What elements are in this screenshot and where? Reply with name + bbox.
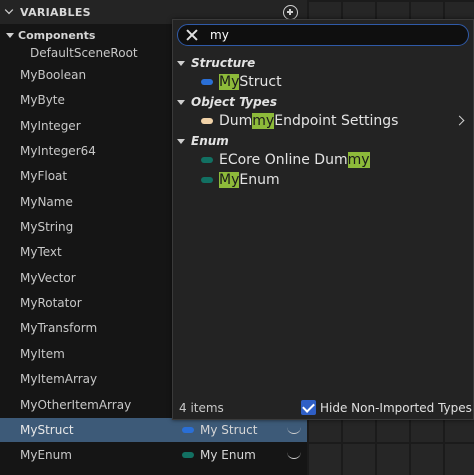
category-structure[interactable]: Structure [177, 54, 255, 72]
item-text: ECore Online Dum [219, 152, 348, 168]
type-item-my-struct[interactable]: My Struct [201, 72, 282, 92]
enum-type-pill-icon [201, 177, 213, 183]
type-item-dummy-endpoint-settings[interactable]: Dum my Endpoint Settings [201, 111, 398, 131]
variable-name: MyText [20, 245, 62, 259]
variable-name: MyTransform [20, 321, 98, 335]
add-variable-icon[interactable] [283, 5, 298, 20]
variable-type[interactable]: My Struct [182, 423, 257, 437]
type-label: My Enum [200, 448, 256, 462]
chevron-right-icon[interactable] [454, 115, 465, 126]
variable-name: MyInteger [20, 119, 81, 133]
variable-name: MyByte [20, 93, 65, 107]
struct-type-pill-icon [182, 427, 194, 433]
visibility-eye-icon[interactable] [287, 452, 301, 459]
search-box[interactable] [177, 24, 469, 46]
variable-name: MyBoolean [20, 68, 87, 82]
variable-row[interactable]: MyEnum My Enum [0, 443, 307, 467]
item-text: Struct [239, 74, 282, 90]
popup-footer: 4 items Hide Non-Imported Types [173, 396, 473, 420]
type-item-ecore-online-dummy[interactable]: ECore Online Dum my [201, 150, 370, 170]
expand-arrow-icon [177, 138, 185, 144]
category-enum[interactable]: Enum [177, 132, 229, 150]
panel-title: VARIABLES [20, 5, 91, 19]
expand-arrow-icon [6, 33, 14, 38]
variable-name: MyVector [20, 271, 76, 285]
category-object-types[interactable]: Object Types [177, 93, 277, 111]
search-input[interactable] [210, 28, 450, 42]
item-text: Endpoint Settings [274, 113, 399, 129]
type-label: My Struct [200, 423, 258, 437]
checkbox-label[interactable]: Hide Non-Imported Types [320, 401, 472, 415]
type-picker-popup: Structure My Struct Object Types Dummy E… [172, 19, 474, 420]
category-label: Structure [191, 56, 256, 70]
expand-arrow-icon [177, 99, 185, 105]
match-highlight: My [219, 74, 240, 90]
item-text: Enum [239, 172, 280, 188]
match-highlight: my [347, 152, 370, 168]
variable-name: MyOtherItemArray [20, 398, 132, 412]
object-type-pill-icon [201, 118, 213, 124]
variable-name: MyString [20, 220, 74, 234]
expand-arrow-icon [177, 60, 185, 66]
clear-search-icon[interactable] [186, 29, 198, 41]
variable-name: MyStruct [20, 423, 74, 437]
item-text: Dum [219, 113, 253, 129]
enum-type-pill-icon [201, 157, 213, 163]
variable-name: MyFloat [20, 169, 68, 183]
variable-name: MyInteger64 [20, 144, 96, 158]
item-count: 4 items [179, 401, 224, 415]
variable-name: MyRotator [20, 296, 82, 310]
match-highlight: My [219, 172, 240, 188]
variable-type[interactable]: My Enum [182, 448, 256, 462]
variable-name: MyItemArray [20, 372, 98, 386]
hide-non-imported-checkbox[interactable] [301, 400, 316, 415]
component-label: DefaultSceneRoot [30, 46, 138, 60]
type-item-my-enum[interactable]: My Enum [201, 170, 280, 190]
variable-name: MyName [20, 195, 73, 209]
category-label: Object Types [191, 95, 277, 109]
variable-row-selected[interactable]: MyStruct My Struct [0, 418, 307, 442]
chevron-down-icon [4, 5, 14, 15]
category-label: Enum [191, 134, 229, 148]
variable-name: MyItem [20, 347, 65, 361]
struct-type-pill-icon [201, 79, 213, 85]
visibility-eye-icon[interactable] [287, 427, 301, 434]
enum-type-pill-icon [182, 452, 194, 458]
variable-name: MyEnum [20, 448, 72, 462]
match-highlight: my [252, 113, 275, 129]
